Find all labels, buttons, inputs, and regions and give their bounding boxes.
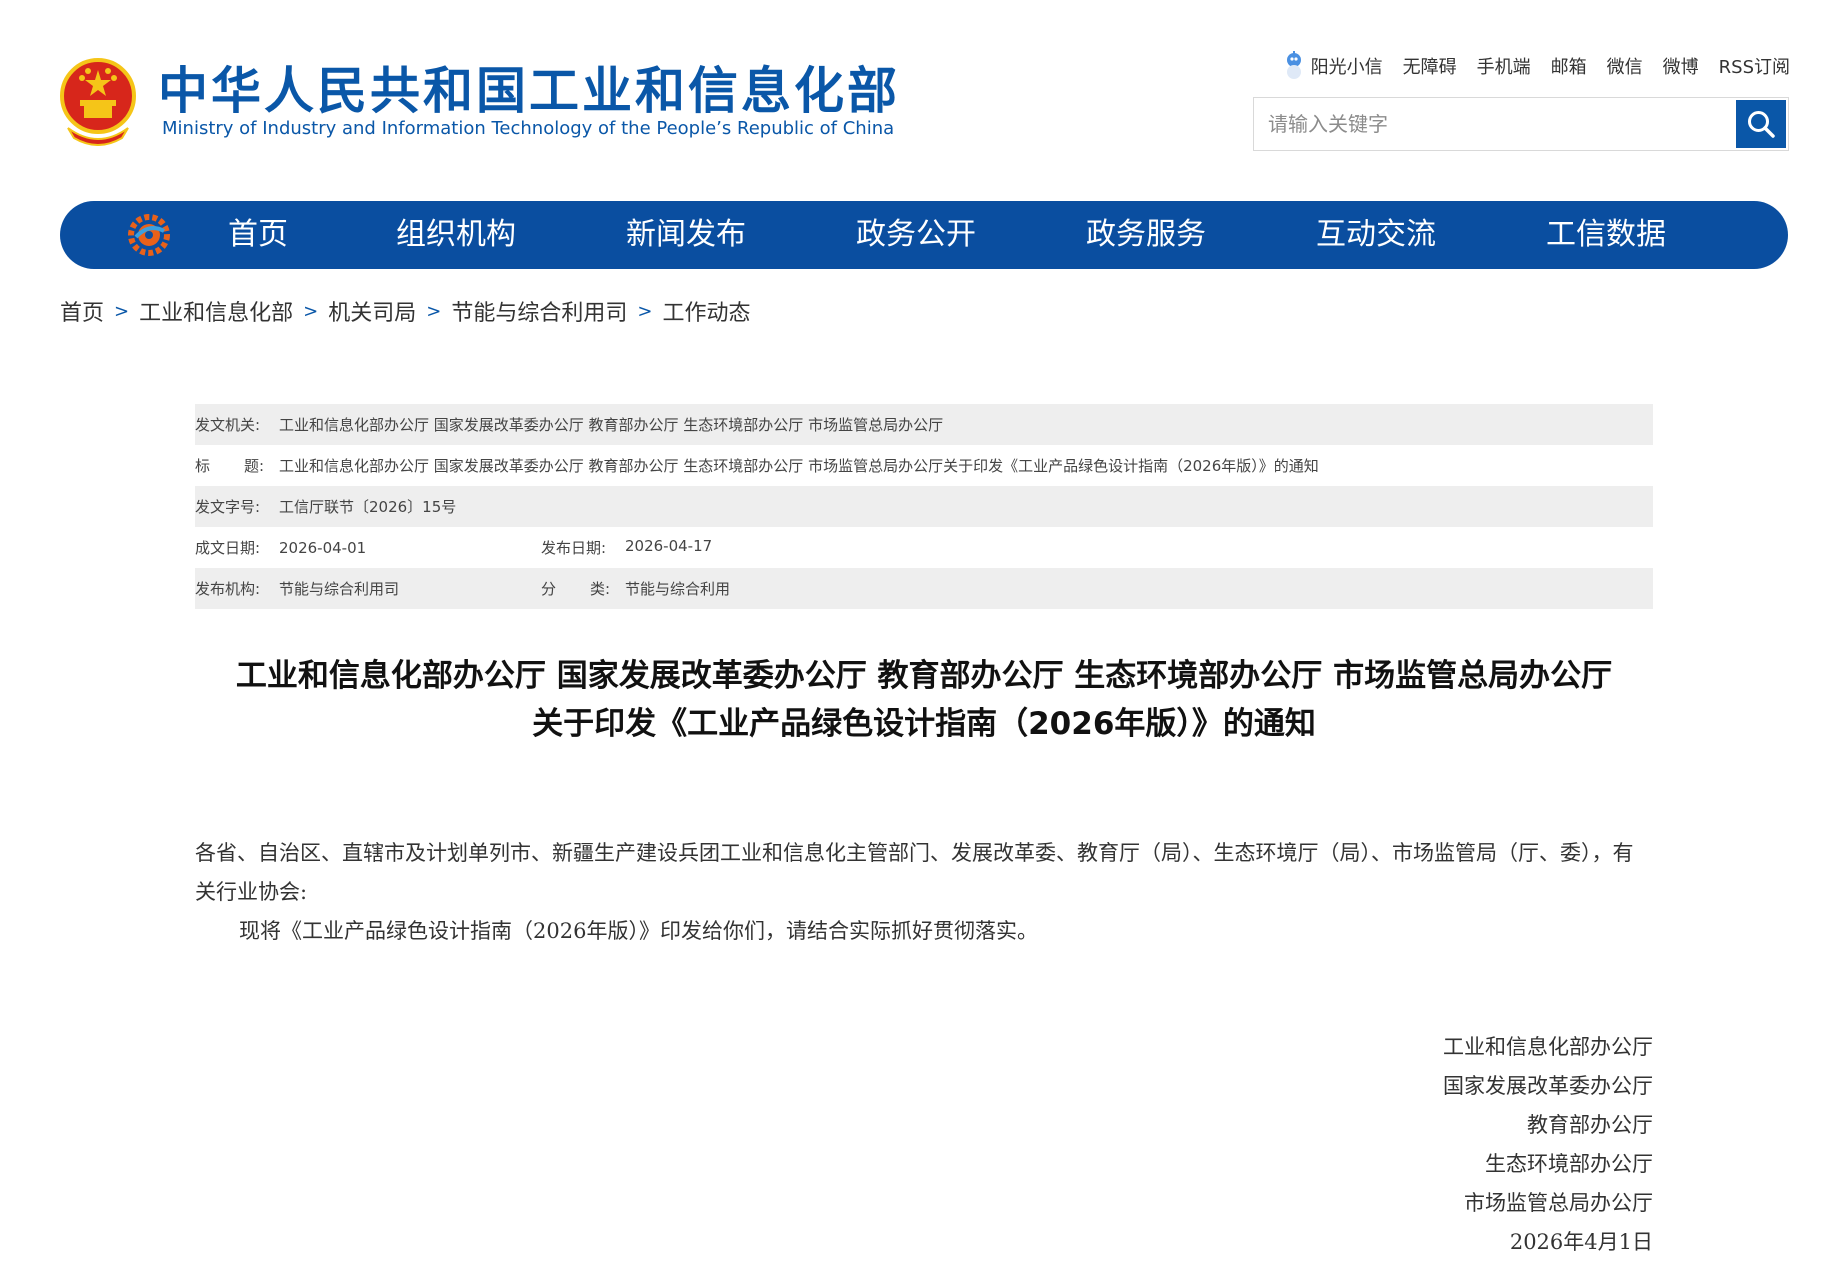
meta-row-doc-number: 发文字号: 工信厅联节〔2026〕15号 xyxy=(195,486,1653,527)
miit-gear-logo-icon[interactable] xyxy=(126,213,172,257)
main-nav: 首页 组织机构 新闻发布 政务公开 政务服务 互动交流 工信数据 xyxy=(60,201,1788,269)
top-link-mobile[interactable]: 手机端 xyxy=(1477,53,1531,79)
meta-agency: 节能与综合利用司 xyxy=(279,580,400,598)
breadcrumb: 首页 > 工业和信息化部 > 机关司局 > 节能与综合利用司 > 工作动态 xyxy=(60,294,750,328)
site-subtitle: Ministry of Industry and Information Tec… xyxy=(162,118,895,139)
meta-row-issuer: 发文机关: 工业和信息化部办公厅 国家发展改革委办公厅 教育部办公厅 生态环境部… xyxy=(195,404,1653,445)
signoff-line: 市场监管总局办公厅 xyxy=(1464,1191,1653,1215)
signoff-line: 工业和信息化部办公厅 xyxy=(1443,1035,1653,1059)
nav-item-home[interactable]: 首页 xyxy=(228,201,288,269)
meta-label-part: 题: xyxy=(243,457,264,475)
breadcrumb-separator: > xyxy=(303,300,319,322)
top-link-accessibility[interactable]: 无障碍 xyxy=(1403,53,1457,79)
meta-published-date: 2026-04-17 xyxy=(625,537,713,555)
meta-title: 工业和信息化部办公厅 国家发展改革委办公厅 教育部办公厅 生态环境部办公厅 市场… xyxy=(279,457,1319,475)
meta-label: 发布机构: xyxy=(195,580,261,598)
meta-issuer: 工业和信息化部办公厅 国家发展改革委办公厅 教育部办公厅 生态环境部办公厅 市场… xyxy=(279,416,944,434)
top-link-rss[interactable]: RSS订阅 xyxy=(1719,53,1790,79)
national-emblem-icon[interactable] xyxy=(58,58,138,146)
signoff-line: 教育部办公厅 xyxy=(1527,1113,1653,1137)
meta-label-part: 分 xyxy=(541,580,557,598)
robot-mascot-icon xyxy=(1286,51,1301,79)
meta-created-date: 2026-04-01 xyxy=(279,538,367,557)
site-title[interactable]: 中华人民共和国工业和信息化部 xyxy=(158,58,900,124)
meta-row-title: 标 题: 工业和信息化部办公厅 国家发展改革委办公厅 教育部办公厅 生态环境部办… xyxy=(195,445,1653,486)
top-link-label: 阳光小信 xyxy=(1310,57,1383,78)
search-icon xyxy=(1748,111,1775,138)
meta-category-cell: 分 类: 节能与综合利用 xyxy=(541,578,730,599)
meta-published-cell: 发布日期: 2026-04-17 xyxy=(541,537,712,558)
article-paragraph: 现将《工业产品绿色设计指南（2026年版）》印发给你们，请结合实际抓好贯彻落实。 xyxy=(239,919,1038,943)
breadcrumb-energy-dept[interactable]: 节能与综合利用司 xyxy=(451,295,627,327)
breadcrumb-home[interactable]: 首页 xyxy=(60,295,104,327)
search-input[interactable] xyxy=(1254,98,1734,150)
top-link-wechat[interactable]: 微信 xyxy=(1607,53,1643,79)
top-link-mail[interactable]: 邮箱 xyxy=(1551,53,1587,79)
breadcrumb-separator: > xyxy=(114,300,130,322)
search-box xyxy=(1253,97,1789,151)
meta-doc-number: 工信厅联节〔2026〕15号 xyxy=(279,498,457,516)
breadcrumb-separator: > xyxy=(637,300,653,322)
breadcrumb-departments[interactable]: 机关司局 xyxy=(328,295,416,327)
article-title: 工业和信息化部办公厅 国家发展改革委办公厅 教育部办公厅 生态环境部办公厅 市场… xyxy=(195,652,1653,748)
article-body: 各省、自治区、直辖市及计划单列市、新疆生产建设兵团工业和信息化主管部门、发展改革… xyxy=(195,834,1635,951)
article-title-line: 工业和信息化部办公厅 国家发展改革委办公厅 教育部办公厅 生态环境部办公厅 市场… xyxy=(235,658,1613,694)
top-link-weibo[interactable]: 微博 xyxy=(1663,53,1699,79)
nav-item-government-affairs[interactable]: 政务公开 xyxy=(856,201,976,269)
meta-label-part: 标 xyxy=(195,457,211,475)
top-links: 阳光小信 无障碍 手机端 邮箱 微信 微博 RSS订阅 xyxy=(1283,50,1790,82)
meta-label: 发布日期: xyxy=(541,539,607,557)
breadcrumb-work-news[interactable]: 工作动态 xyxy=(662,295,750,327)
article-salutation: 各省、自治区、直辖市及计划单列市、新疆生产建设兵团工业和信息化主管部门、发展改革… xyxy=(195,841,1634,904)
nav-item-organization[interactable]: 组织机构 xyxy=(396,201,516,269)
nav-item-news[interactable]: 新闻发布 xyxy=(626,201,746,269)
search-button[interactable] xyxy=(1736,100,1786,148)
top-link-yangguangxiaoxin[interactable]: 阳光小信 xyxy=(1283,51,1383,81)
meta-category: 节能与综合利用 xyxy=(625,580,731,598)
nav-item-government-services[interactable]: 政务服务 xyxy=(1086,201,1206,269)
breadcrumb-ministry[interactable]: 工业和信息化部 xyxy=(139,295,293,327)
article-signoff: 工业和信息化部办公厅 国家发展改革委办公厅 教育部办公厅 生态环境部办公厅 市场… xyxy=(1443,1028,1653,1262)
document-meta-table: 发文机关: 工业和信息化部办公厅 国家发展改革委办公厅 教育部办公厅 生态环境部… xyxy=(195,404,1653,609)
breadcrumb-separator: > xyxy=(426,300,442,322)
meta-row-agency: 发布机构: 节能与综合利用司 分 类: 节能与综合利用 xyxy=(195,568,1653,609)
signoff-line: 国家发展改革委办公厅 xyxy=(1443,1074,1653,1098)
meta-label: 成文日期: xyxy=(195,539,261,557)
meta-row-dates: 成文日期: 2026-04-01 发布日期: 2026-04-17 xyxy=(195,527,1653,568)
signoff-line: 生态环境部办公厅 xyxy=(1485,1152,1653,1176)
meta-label-part: 类: xyxy=(589,580,610,598)
meta-label: 发文字号: xyxy=(195,498,261,516)
article-title-line: 关于印发《工业产品绿色设计指南（2026年版）》的通知 xyxy=(532,706,1316,742)
meta-label: 标 题: xyxy=(195,455,264,476)
nav-item-data[interactable]: 工信数据 xyxy=(1546,201,1666,269)
meta-label: 分 类: xyxy=(541,578,610,599)
meta-label: 发文机关: xyxy=(195,416,261,434)
signoff-date: 2026年4月1日 xyxy=(1509,1230,1653,1254)
nav-item-interaction[interactable]: 互动交流 xyxy=(1316,201,1436,269)
